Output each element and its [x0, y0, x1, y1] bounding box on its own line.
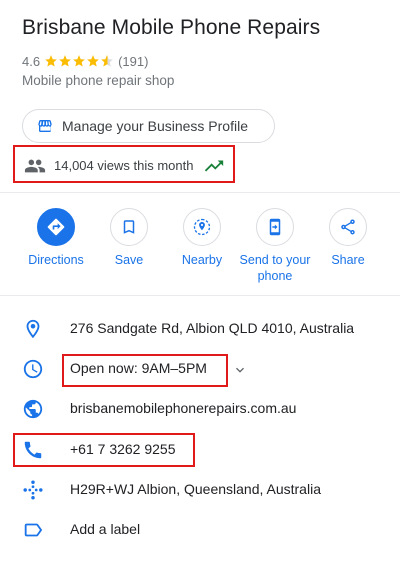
manage-profile-label: Manage your Business Profile	[62, 118, 248, 134]
half-star-icon	[101, 55, 113, 67]
address-row[interactable]: 276 Sandgate Rd, Albion QLD 4010, Austra…	[0, 313, 400, 343]
star-icon	[73, 55, 85, 67]
action-bar: Directions Save Nearby Send to your phon…	[0, 208, 400, 288]
views-this-month: 14,004 views this month	[13, 145, 235, 183]
views-count: 14,004 views this month	[54, 158, 194, 173]
directions-icon	[47, 218, 65, 236]
globe-icon	[23, 399, 43, 419]
star-rating	[44, 54, 114, 68]
website-row[interactable]: brisbanemobilephonerepairs.com.au	[0, 393, 400, 423]
business-name: Brisbane Mobile Phone Repairs	[22, 16, 321, 39]
share-button[interactable]: Share	[310, 208, 386, 268]
nearby-icon	[193, 218, 211, 236]
bookmark-icon	[123, 220, 135, 234]
rating-value: 4.6	[22, 53, 41, 69]
phone-highlight	[13, 433, 195, 467]
label-icon	[24, 523, 43, 537]
manage-business-profile-button[interactable]: Manage your Business Profile	[22, 109, 275, 143]
star-icon	[87, 55, 99, 67]
business-category[interactable]: Mobile phone repair shop	[22, 73, 174, 88]
save-button[interactable]: Save	[91, 208, 167, 268]
directions-label: Directions	[28, 253, 84, 267]
share-icon	[341, 219, 355, 235]
save-label: Save	[114, 253, 144, 267]
rating-row: 4.6 (191)	[22, 52, 148, 70]
review-count[interactable]: (191)	[118, 54, 148, 69]
plus-code-text: H29R+WJ Albion, Queensland, Australia	[70, 481, 321, 497]
send-to-phone-icon	[269, 218, 281, 236]
chevron-down-icon[interactable]	[232, 362, 248, 378]
hours-highlight	[62, 354, 228, 387]
share-label: Share	[331, 253, 365, 267]
divider	[0, 192, 400, 193]
add-label-text: Add a label	[70, 521, 141, 537]
star-icon	[59, 55, 71, 67]
send-to-phone-label: Send to your phone	[239, 253, 311, 283]
website-link: brisbanemobilephonerepairs.com.au	[70, 400, 297, 416]
people-icon	[24, 159, 46, 173]
location-pin-icon	[26, 319, 40, 339]
directions-button[interactable]: Directions	[18, 208, 94, 268]
nearby-label: Nearby	[181, 253, 223, 267]
storefront-icon	[38, 120, 52, 132]
trending-up-icon	[204, 160, 224, 172]
address-text: 276 Sandgate Rd, Albion QLD 4010, Austra…	[70, 320, 355, 336]
clock-icon	[23, 359, 43, 379]
star-icon	[45, 55, 57, 67]
nearby-button[interactable]: Nearby	[164, 208, 240, 268]
add-label-row[interactable]: Add a label	[0, 514, 400, 544]
send-to-phone-button[interactable]: Send to your phone	[237, 208, 313, 284]
plus-code-row[interactable]: H29R+WJ Albion, Queensland, Australia	[0, 474, 400, 504]
divider	[0, 295, 400, 296]
plus-code-icon	[23, 480, 43, 500]
